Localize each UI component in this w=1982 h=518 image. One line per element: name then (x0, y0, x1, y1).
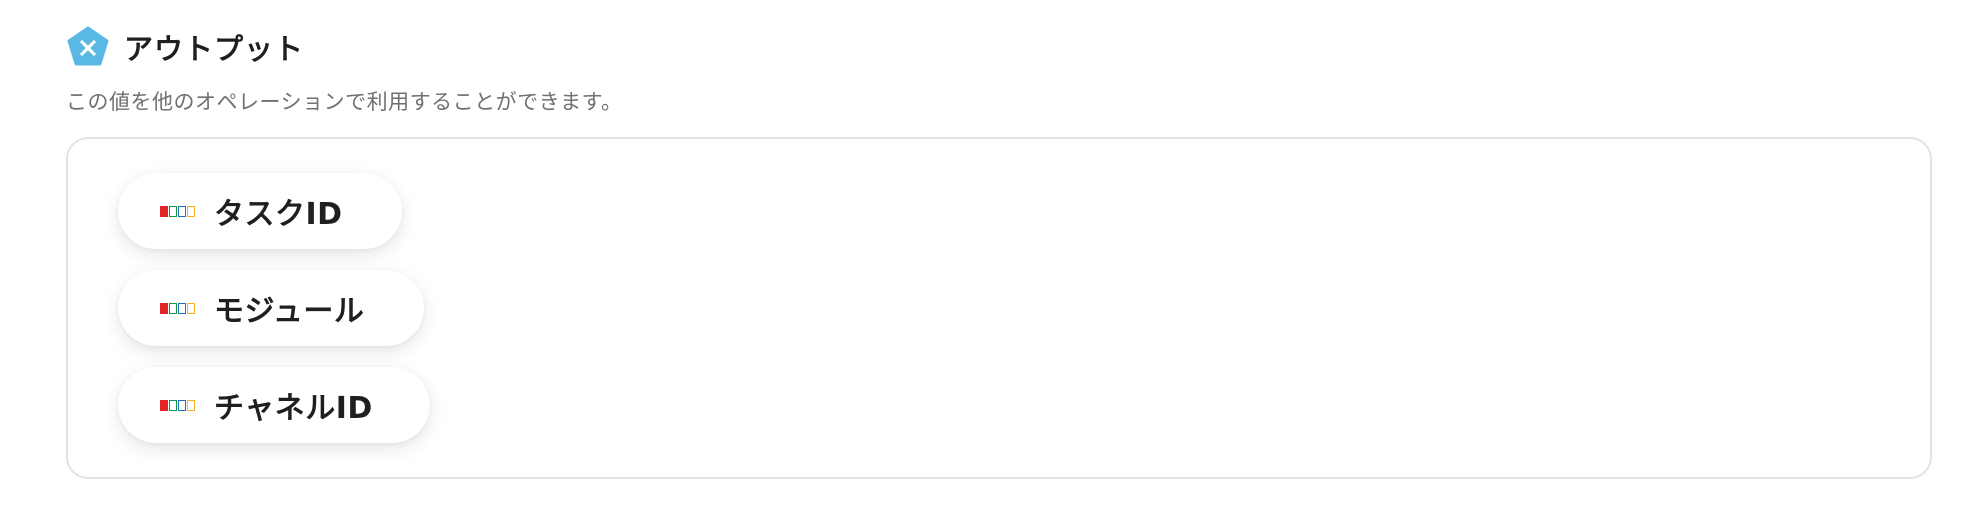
zoho-logo-icon (160, 398, 196, 412)
output-chip-channel-id[interactable]: チャネルID (118, 367, 430, 443)
section-title: アウトプット (124, 32, 305, 66)
output-chip-label: モジュール (214, 294, 365, 329)
output-list-panel: タスクID モジュール チャネルID (66, 137, 1932, 479)
output-chip-label: チャネルID (214, 391, 373, 426)
output-chip-module[interactable]: モジュール (118, 270, 424, 346)
zoho-logo-icon (160, 301, 196, 315)
zoho-logo-icon (160, 204, 196, 218)
pentagon-close-icon (67, 26, 109, 66)
output-chip-task-id[interactable]: タスクID (118, 173, 402, 249)
output-section-header: アウトプット (66, 22, 304, 72)
output-chip-label: タスクID (214, 197, 343, 232)
section-description: この値を他のオペレーションで利用することができます。 (66, 90, 623, 114)
